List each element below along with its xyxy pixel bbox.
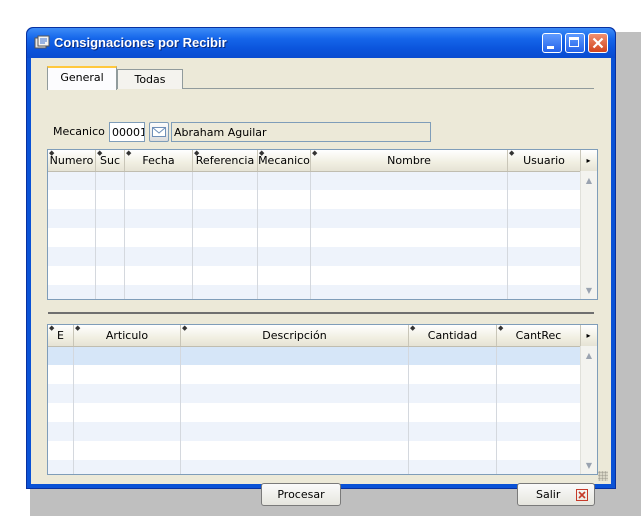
column-header-articulo[interactable]: ◆ Articulo (74, 325, 181, 346)
column-divider (507, 171, 508, 299)
column-divider (180, 346, 181, 474)
minimize-button[interactable] (542, 33, 562, 53)
envelope-icon (152, 127, 166, 137)
column-overflow-arrow-icon[interactable]: ▸ (580, 150, 597, 171)
table-row[interactable] (48, 228, 597, 247)
column-overflow-arrow-icon[interactable]: ▸ (580, 325, 597, 346)
table-row[interactable] (48, 441, 597, 460)
table-row[interactable] (48, 209, 597, 228)
scroll-down-icon[interactable]: ▼ (582, 458, 596, 473)
sort-icon: ◆ (75, 325, 81, 332)
column-header-fecha[interactable]: ◆ Fecha (125, 150, 193, 171)
panel-splitter[interactable] (48, 312, 594, 314)
mechanic-label: Mecanico (53, 125, 105, 138)
sort-icon: ◆ (182, 325, 188, 332)
scroll-up-icon[interactable]: ▲ (582, 173, 596, 188)
column-header-mecanico[interactable]: ◆ Mecanico (258, 150, 311, 171)
sort-icon: ◆ (97, 150, 103, 157)
minimize-icon (547, 46, 554, 49)
table-row[interactable] (48, 422, 597, 441)
scroll-down-icon[interactable]: ▼ (582, 283, 596, 298)
tab-todas[interactable]: Todas (117, 69, 183, 89)
sort-icon: ◆ (498, 325, 504, 332)
close-icon (576, 489, 588, 501)
main-window: Consignaciones por Recibir General Todas… (26, 27, 616, 506)
column-header-cantidad[interactable]: ◆ Cantidad (409, 325, 497, 346)
process-button[interactable]: Procesar (261, 483, 341, 506)
title-bar[interactable]: Consignaciones por Recibir (27, 28, 615, 58)
upper-grid-scrollbar[interactable]: ▲ ▼ (580, 171, 597, 299)
sort-icon: ◆ (194, 150, 200, 157)
window-client-area: General Todas Mecanico 00001 Abraham Agu… (31, 58, 611, 506)
column-divider (124, 171, 125, 299)
mechanic-name-field: Abraham Aguilar (171, 122, 431, 142)
column-divider (310, 171, 311, 299)
upper-grid[interactable]: ◆ Numero ◆ Suc ◆ Fecha ◆ Referencia ◆ Mecanic… (47, 149, 598, 300)
column-header-descripcion[interactable]: ◆ Descripción (181, 325, 409, 346)
column-header-e[interactable]: ◆ E (48, 325, 74, 346)
column-header-numero[interactable]: ◆ Numero (48, 150, 96, 171)
table-row[interactable] (48, 247, 597, 266)
column-header-nombre[interactable]: ◆ Nombre (311, 150, 508, 171)
maximize-button[interactable] (565, 33, 585, 53)
column-divider (192, 171, 193, 299)
scroll-up-icon[interactable]: ▲ (582, 348, 596, 363)
table-row[interactable] (48, 365, 597, 384)
table-row[interactable] (48, 285, 597, 299)
column-divider (95, 171, 96, 299)
app-icon (34, 35, 50, 49)
window-title: Consignaciones por Recibir (54, 35, 227, 50)
table-row[interactable] (48, 190, 597, 209)
table-row[interactable] (48, 384, 597, 403)
column-header-cantrec[interactable]: ◆ CantRec (497, 325, 581, 346)
close-button[interactable] (588, 33, 608, 53)
column-header-usuario[interactable]: ◆ Usuario (508, 150, 581, 171)
column-divider (73, 346, 74, 474)
sort-icon: ◆ (259, 150, 265, 157)
lower-grid-scrollbar[interactable]: ▲ ▼ (580, 346, 597, 474)
column-divider (257, 171, 258, 299)
maximize-icon (569, 37, 579, 47)
sort-icon: ◆ (312, 150, 318, 157)
sort-icon: ◆ (509, 150, 515, 157)
table-row[interactable] (48, 171, 597, 190)
table-row[interactable] (48, 403, 597, 422)
column-divider (408, 346, 409, 474)
column-header-referencia[interactable]: ◆ Referencia (193, 150, 258, 171)
mechanic-lookup-button[interactable] (149, 122, 169, 142)
table-row[interactable] (48, 346, 597, 365)
table-row[interactable] (48, 460, 597, 474)
exit-button[interactable]: Salir (517, 483, 595, 506)
table-row[interactable] (48, 266, 597, 285)
sort-icon: ◆ (49, 150, 55, 157)
tab-general[interactable]: General (47, 66, 117, 90)
column-header-suc[interactable]: ◆ Suc (96, 150, 125, 171)
close-icon (592, 37, 604, 49)
resize-grip-icon[interactable] (598, 471, 608, 481)
sort-icon: ◆ (49, 325, 55, 332)
sort-icon: ◆ (410, 325, 416, 332)
sort-icon: ◆ (126, 150, 132, 157)
lower-grid[interactable]: ◆ E ◆ Articulo ◆ Descripción ◆ Cantidad ◆ Can… (47, 324, 598, 475)
lower-grid-header: ◆ E ◆ Articulo ◆ Descripción ◆ Cantidad ◆ Can… (48, 325, 597, 347)
upper-grid-header: ◆ Numero ◆ Suc ◆ Fecha ◆ Referencia ◆ Mecanic… (48, 150, 597, 172)
mechanic-code-field[interactable]: 00001 (109, 122, 145, 142)
column-divider (496, 346, 497, 474)
